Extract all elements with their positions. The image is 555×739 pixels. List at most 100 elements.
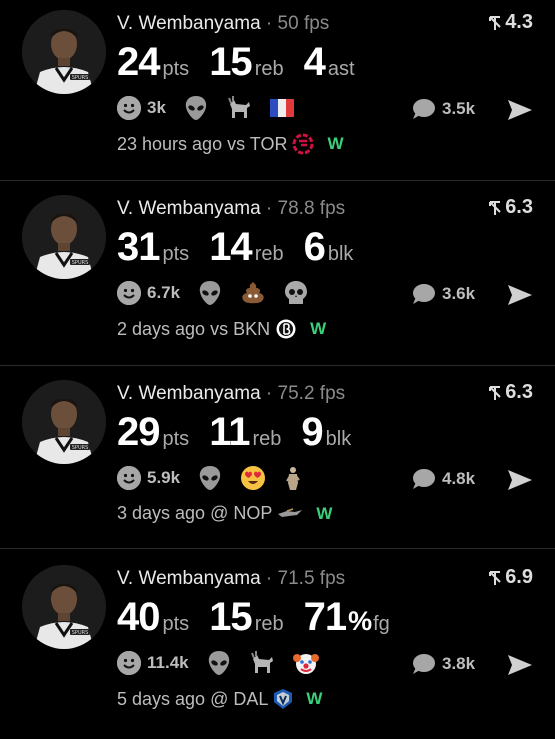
game-result: W (310, 319, 327, 338)
upvote-arrow-icon (489, 570, 501, 585)
rating-value: 6.3 (505, 196, 533, 218)
smiley-reaction-icon[interactable] (117, 651, 141, 675)
share-send-icon[interactable] (507, 654, 533, 676)
goat-emoji-icon[interactable] (226, 96, 252, 120)
post-header: V. Wembanyama · 50 fps (117, 13, 329, 35)
comment-bubble-icon (413, 654, 435, 674)
stat-value: 29 (117, 410, 160, 454)
avatar[interactable]: SPURS (22, 565, 106, 649)
stat-unit: pts (162, 58, 190, 80)
post-card[interactable]: SPURS V. Wembanyama · 75.2 fps 6.3 29 pts… (0, 370, 555, 554)
stat-unit: reb (252, 428, 282, 450)
comment-bubble-icon (413, 99, 435, 119)
game-info: 5 days ago @ DAL W (117, 688, 322, 710)
comment-count: 3.6k (442, 284, 476, 303)
statue-emoji-icon[interactable] (284, 465, 302, 491)
svg-text:SPURS: SPURS (72, 75, 89, 81)
reaction-count: 6.7k (147, 283, 181, 302)
separator: · (265, 383, 273, 404)
comment-count: 3.5k (442, 99, 476, 118)
post-header: V. Wembanyama · 78.8 fps (117, 198, 345, 220)
stat-unit: pts (162, 613, 190, 635)
stat-value: 9 (301, 410, 323, 454)
game-info: 2 days ago vs BKN W (117, 318, 326, 340)
comment-button[interactable]: 3.5k (410, 97, 475, 121)
share-send-icon[interactable] (507, 469, 533, 491)
stat-unit: blk (327, 243, 354, 265)
stat-value: 14 (209, 225, 252, 269)
alien-emoji-icon[interactable] (198, 280, 222, 306)
comment-count: 3.8k (442, 654, 476, 673)
stat-unit: pts (162, 428, 190, 450)
player-name[interactable]: V. Wembanyama (117, 383, 261, 404)
alien-emoji-icon[interactable] (207, 650, 231, 676)
post-card[interactable]: SPURS V. Wembanyama · 50 fps 4.3 24 pts 1… (0, 0, 555, 184)
matchup[interactable]: vs TOR (227, 134, 287, 155)
separator: · (265, 198, 273, 219)
stat-value: 40 (117, 595, 160, 639)
player-name[interactable]: V. Wembanyama (117, 198, 261, 219)
poop-emoji-icon[interactable] (240, 280, 266, 306)
matchup[interactable]: @ DAL (210, 689, 268, 710)
share-send-icon[interactable] (507, 284, 533, 306)
game-info: 3 days ago @ NOP W (117, 503, 332, 524)
separator: · (265, 568, 273, 589)
post-card[interactable]: SPURS V. Wembanyama · 78.8 fps 6.3 31 pts… (0, 185, 555, 369)
matchup[interactable]: @ NOP (210, 503, 272, 524)
stat-line: 40 pts 15 reb 71% fg (117, 595, 410, 640)
rating-value: 6.3 (505, 381, 533, 403)
comment-bubble-icon (413, 284, 435, 304)
divider (0, 365, 555, 366)
alien-emoji-icon[interactable] (198, 465, 222, 491)
skull-emoji-icon[interactable] (284, 280, 308, 306)
comment-button[interactable]: 3.6k (410, 282, 475, 306)
game-result: W (316, 503, 333, 523)
stat-value: 4 (303, 40, 326, 84)
reactions[interactable]: 3k (117, 95, 294, 121)
alien-emoji-icon[interactable] (184, 95, 208, 121)
heart-eyes-emoji-icon[interactable] (240, 465, 266, 491)
divider (0, 548, 555, 549)
avatar[interactable]: SPURS (22, 195, 106, 279)
smiley-reaction-icon[interactable] (117, 281, 141, 305)
post-header: V. Wembanyama · 75.2 fps (117, 383, 345, 405)
stat-value: 71 (303, 595, 347, 639)
avatar[interactable]: SPURS (22, 10, 106, 94)
rating[interactable]: 6.9 (488, 566, 533, 589)
post-time: 5 days ago (117, 688, 206, 709)
post-time: 2 days ago (117, 318, 206, 339)
reactions[interactable]: 11.4k (117, 650, 319, 676)
smiley-reaction-icon[interactable] (117, 466, 141, 490)
goat-emoji-icon[interactable] (249, 651, 275, 675)
rating[interactable]: 4.3 (488, 11, 533, 34)
rating[interactable]: 6.3 (488, 381, 533, 404)
rating-value: 4.3 (505, 11, 533, 33)
matchup[interactable]: vs BKN (210, 319, 270, 340)
post-card[interactable]: SPURS V. Wembanyama · 71.5 fps 6.9 40 pts… (0, 555, 555, 739)
divider (0, 180, 555, 181)
stat-percent-sign: % (348, 606, 373, 636)
game-feed: SPURS V. Wembanyama · 50 fps 4.3 24 pts 1… (0, 0, 555, 732)
avatar[interactable]: SPURS (22, 380, 106, 464)
comment-button[interactable]: 4.8k (410, 467, 475, 491)
reactions[interactable]: 6.7k (117, 280, 308, 306)
stat-unit: reb (254, 613, 284, 635)
smiley-reaction-icon[interactable] (117, 96, 141, 120)
raptors-logo-icon (292, 133, 314, 155)
comment-button[interactable]: 3.8k (410, 652, 475, 676)
stat-unit: pts (162, 243, 190, 265)
reactions[interactable]: 5.9k (117, 465, 302, 491)
player-name[interactable]: V. Wembanyama (117, 13, 261, 34)
game-result: W (306, 689, 323, 708)
upvote-arrow-icon (489, 200, 501, 215)
france-flag-emoji-icon[interactable] (269, 99, 294, 117)
fps-score: 75.2 fps (277, 383, 346, 404)
player-name[interactable]: V. Wembanyama (117, 568, 261, 589)
rating[interactable]: 6.3 (488, 196, 533, 219)
clown-emoji-icon[interactable] (292, 650, 319, 676)
upvote-arrow-icon (489, 15, 501, 30)
comment-bubble-icon (413, 469, 435, 489)
nets-logo-icon (275, 318, 297, 340)
share-send-icon[interactable] (507, 99, 533, 121)
stat-value: 15 (209, 40, 252, 84)
